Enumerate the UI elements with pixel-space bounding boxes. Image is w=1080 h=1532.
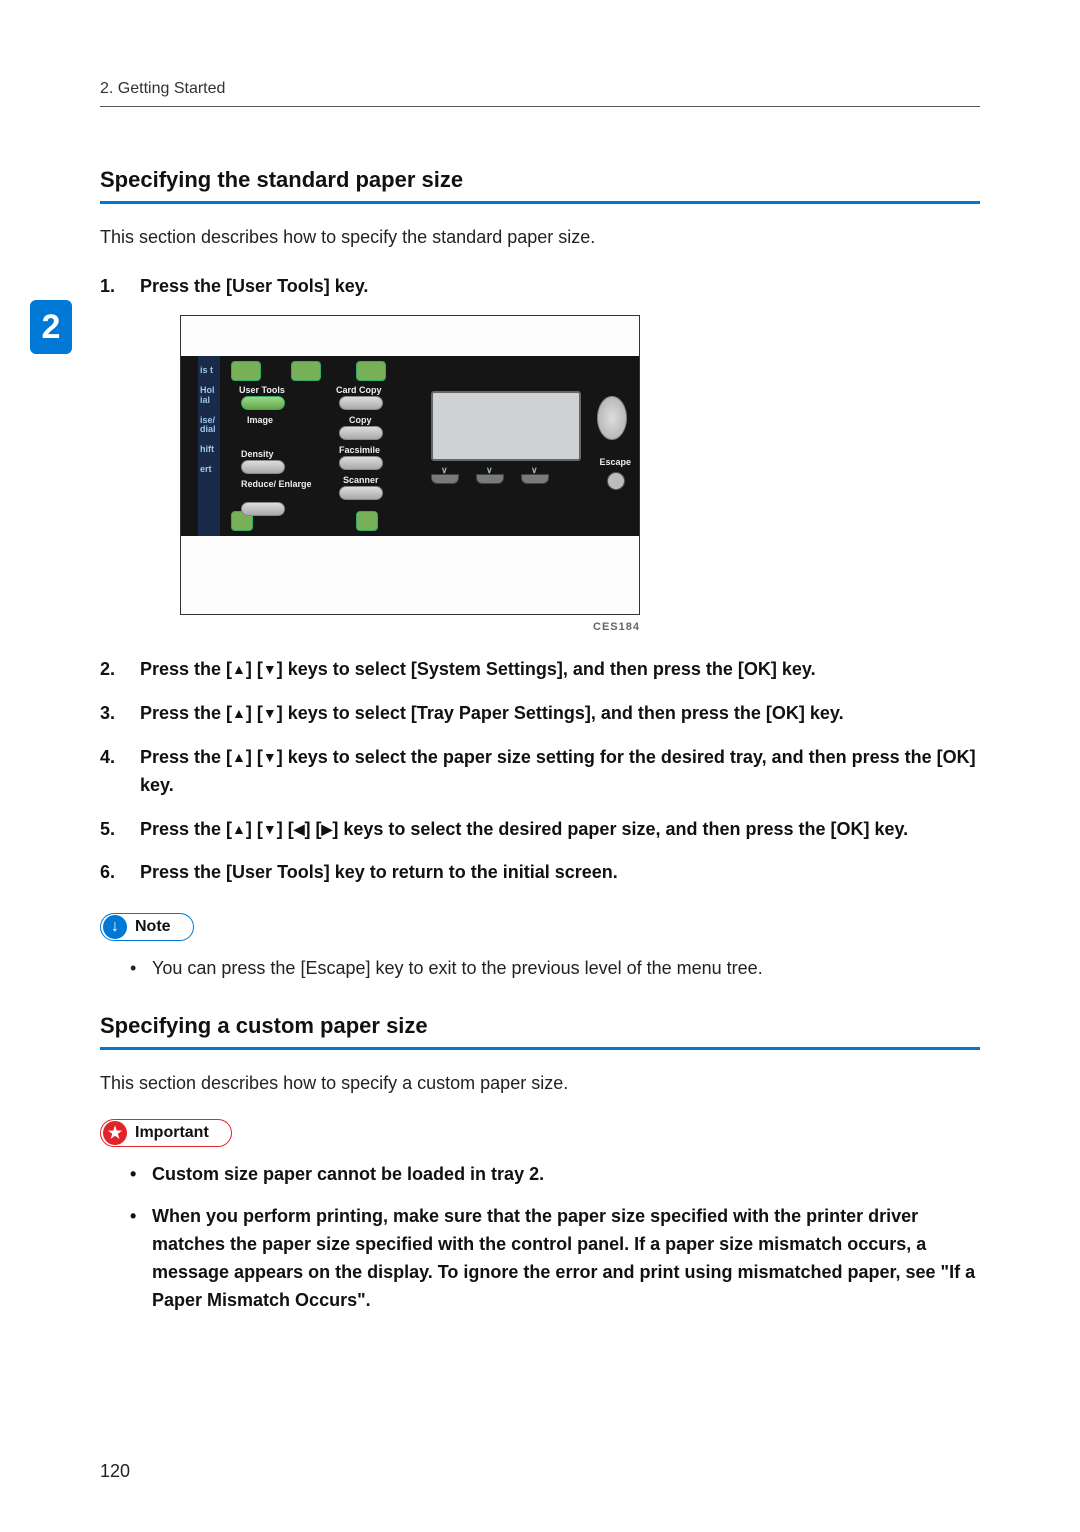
highlight-blob — [231, 361, 261, 381]
escape-key — [607, 472, 625, 490]
strip-label: ert — [200, 465, 218, 475]
important-callout: ★ Important — [100, 1119, 232, 1147]
up-arrow-icon: ▲ — [232, 750, 246, 764]
note-icon: ↓ — [103, 915, 127, 939]
down-arrow-icon: ▼ — [263, 662, 277, 676]
highlight-blob — [356, 361, 386, 381]
important-list: Custom size paper cannot be loaded in tr… — [130, 1161, 980, 1314]
label-escape: Escape — [599, 456, 631, 470]
step-5: Press the [▲] [▼] [◀] [▶] keys to select… — [100, 816, 980, 844]
label-image: Image — [247, 414, 273, 428]
step-1: Press the [User Tools] key. is t Hol ial… — [100, 273, 980, 636]
down-arrow-icon: ▼ — [263, 750, 277, 764]
step-text: Press the [User Tools] key to return to … — [140, 862, 618, 882]
figure-block: is t Hol ial ise/ dial hift ert User Too… — [180, 315, 980, 636]
down-arrow-icon: ▼ — [263, 706, 277, 720]
control-panel-figure: is t Hol ial ise/ dial hift ert User Too… — [180, 315, 640, 615]
important-item: When you perform printing, make sure tha… — [130, 1203, 980, 1315]
highlight-blob — [291, 361, 321, 381]
section-rule — [100, 1047, 980, 1050]
step-frag: Press the [ — [140, 819, 232, 839]
step-6: Press the [User Tools] key to return to … — [100, 859, 980, 887]
step-4: Press the [▲] [▼] keys to select the pap… — [100, 744, 980, 800]
left-strip: is t Hol ial ise/ dial hift ert — [198, 356, 220, 536]
step-frag: ] [ — [246, 747, 263, 767]
nav-dpad — [597, 396, 627, 440]
step-text: Press the [User Tools] key. — [140, 276, 368, 296]
step-frag: ] [ — [246, 659, 263, 679]
step-frag: ] keys to select [Tray Paper Settings], … — [277, 703, 844, 723]
steps-standard: Press the [User Tools] key. is t Hol ial… — [100, 273, 980, 887]
right-arrow-icon: ▶ — [322, 822, 333, 836]
running-header: 2. Getting Started — [100, 80, 980, 98]
step-frag: Press the [ — [140, 659, 232, 679]
soft-key — [431, 474, 459, 484]
card-copy-key — [339, 396, 383, 410]
strip-label: is t — [200, 366, 218, 376]
down-arrow-icon: ▼ — [263, 822, 277, 836]
up-arrow-icon: ▲ — [232, 822, 246, 836]
step-frag: ] keys to select the desired paper size,… — [332, 819, 908, 839]
up-arrow-icon: ▲ — [232, 662, 246, 676]
copy-key — [339, 426, 383, 440]
section-intro-standard: This section describes how to specify th… — [100, 224, 980, 251]
strip-label: Hol ial — [200, 386, 218, 406]
step-frag: ] [ — [277, 819, 294, 839]
soft-key — [476, 474, 504, 484]
highlight-blob — [356, 511, 378, 531]
note-list: You can press the [Escape] key to exit t… — [130, 955, 980, 983]
chapter-tab: 2 — [30, 300, 72, 354]
page: 2. Getting Started 2 Specifying the stan… — [0, 0, 1080, 1532]
strip-label: hift — [200, 445, 218, 455]
strip-label: ise/ dial — [200, 416, 218, 436]
section-rule — [100, 201, 980, 204]
important-icon: ★ — [103, 1121, 127, 1145]
section-intro-custom: This section describes how to specify a … — [100, 1070, 980, 1097]
note-label: Note — [135, 918, 171, 936]
reduce-enlarge-key — [241, 502, 285, 516]
step-frag: Press the [ — [140, 703, 232, 723]
label-reduce-enlarge: Reduce/ Enlarge — [241, 478, 312, 492]
section-title-custom: Specifying a custom paper size — [100, 1013, 980, 1039]
important-label: Important — [135, 1124, 209, 1142]
scanner-key — [339, 486, 383, 500]
density-key — [241, 460, 285, 474]
step-frag: ] [ — [305, 819, 322, 839]
facsimile-key — [339, 456, 383, 470]
soft-key — [521, 474, 549, 484]
figure-caption: CES184 — [180, 619, 640, 636]
note-callout: ↓ Note — [100, 913, 194, 941]
lcd-screen — [431, 391, 581, 461]
step-frag: Press the [ — [140, 747, 232, 767]
step-frag: ] [ — [246, 819, 263, 839]
left-arrow-icon: ◀ — [294, 822, 305, 836]
step-3: Press the [▲] [▼] keys to select [Tray P… — [100, 700, 980, 728]
header-rule — [100, 106, 980, 107]
user-tools-key — [241, 396, 285, 410]
page-number: 120 — [100, 1461, 130, 1482]
step-frag: ] [ — [246, 703, 263, 723]
note-item: You can press the [Escape] key to exit t… — [130, 955, 980, 983]
up-arrow-icon: ▲ — [232, 706, 246, 720]
important-item: Custom size paper cannot be loaded in tr… — [130, 1161, 980, 1189]
step-2: Press the [▲] [▼] keys to select [System… — [100, 656, 980, 684]
section-title-standard: Specifying the standard paper size — [100, 167, 980, 193]
step-frag: ] keys to select [System Settings], and … — [277, 659, 816, 679]
